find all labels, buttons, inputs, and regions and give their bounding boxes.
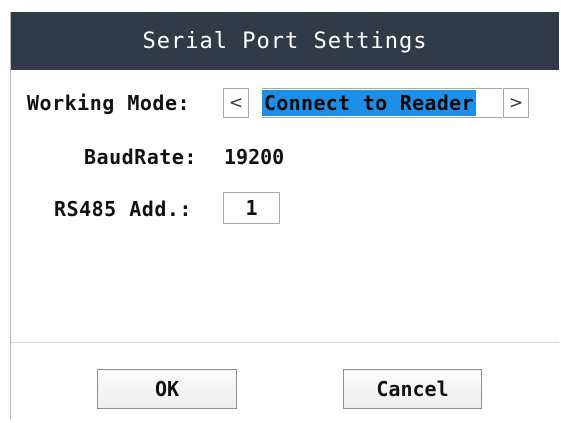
working-mode-select[interactable]: Connect to Reader bbox=[262, 88, 502, 118]
ok-button-label: OK bbox=[154, 377, 180, 401]
baud-rate-label: BaudRate: bbox=[84, 145, 197, 169]
working-mode-value: Connect to Reader bbox=[262, 90, 476, 116]
cancel-button-label: Cancel bbox=[376, 377, 449, 401]
rs485-address-input[interactable]: 1 bbox=[223, 192, 280, 224]
chevron-right-icon: > bbox=[508, 93, 524, 113]
button-area-divider bbox=[11, 342, 559, 343]
working-mode-next-button[interactable]: > bbox=[503, 88, 529, 118]
serial-port-settings-dialog: Serial Port Settings Working Mode: < Con… bbox=[10, 12, 559, 419]
dialog-title: Serial Port Settings bbox=[142, 28, 428, 54]
rs485-address-label: RS485 Add.: bbox=[54, 197, 192, 221]
cancel-button[interactable]: Cancel bbox=[343, 369, 482, 409]
title-bar: Serial Port Settings bbox=[11, 12, 559, 70]
working-mode-label: Working Mode: bbox=[27, 91, 191, 115]
working-mode-prev-button[interactable]: < bbox=[223, 88, 249, 118]
baud-rate-value: 19200 bbox=[224, 145, 285, 169]
ok-button[interactable]: OK bbox=[97, 369, 237, 409]
rs485-address-value: 1 bbox=[245, 196, 258, 220]
chevron-left-icon: < bbox=[228, 93, 244, 113]
